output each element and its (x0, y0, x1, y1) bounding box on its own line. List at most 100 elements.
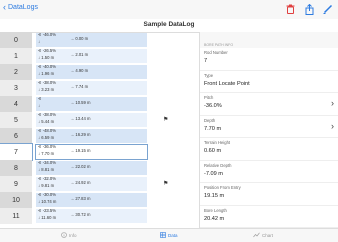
depth-value: ↓ 5.44 m (38, 119, 54, 124)
pitch-text: -38.0% (42, 80, 56, 85)
pitch-value: ∢ -23.5% (38, 208, 56, 213)
field-value: 0.60 m (204, 148, 222, 154)
list-item[interactable]: 10 ∢ -30.0% ↓ 10.74 m → 27.83 m (0, 192, 199, 208)
pitch-text: -32.0% (42, 176, 56, 181)
position-value: → 2.01 m (70, 52, 88, 57)
rod-index: 2 (0, 64, 32, 80)
depth-value: ↓ (38, 103, 40, 108)
list-item[interactable]: 9 ∢ -32.0% ↓ 9.81 m → 24.92 m ⚑ (0, 176, 199, 192)
tab-chart-label: Chart (262, 232, 274, 238)
tab-data[interactable]: Data (160, 232, 178, 238)
position-text: 10.59 m (75, 100, 91, 105)
detail-panel: BORE PATH INFO Rod Number 7 Type Front Loca… (200, 32, 338, 228)
position-value: → 27.83 m (70, 196, 91, 201)
edit-icon[interactable] (322, 3, 334, 15)
detail-field[interactable]: Depth 7.70 m › (200, 116, 338, 138)
position-value: → 4.90 m (70, 68, 88, 73)
depth-text: 10.74 m (41, 199, 57, 204)
down-arrow-icon: ↓ (38, 39, 41, 44)
detail-field: Rod Number 7 (200, 48, 338, 71)
datalog-list[interactable]: 0 ∢ -46.0% ↓ → 0.00 m 1 ∢ -26.5% ↓ 1.50 m → 2.… (0, 32, 199, 228)
detail-field: Type Front Locate Point (200, 71, 338, 93)
list-item[interactable]: 0 ∢ -46.0% ↓ → 0.00 m (0, 32, 199, 48)
pitch-value: ∢ -30.0% (38, 192, 56, 197)
pitch-text: -23.5% (42, 208, 56, 213)
flag-icon: ⚑ (163, 117, 169, 123)
field-label: Relative Depth (204, 162, 232, 168)
detail-field: Relative Depth -7.09 m (200, 161, 338, 183)
list-item[interactable]: 1 ∢ -26.5% ↓ 1.50 m → 2.01 m (0, 48, 199, 64)
field-value: Front Locate Point (204, 80, 250, 87)
share-icon[interactable] (303, 3, 315, 15)
field-value: 19.15 m (204, 193, 225, 199)
list-item[interactable]: 6 ∢ -48.0% ↓ 6.59 m → 16.29 m (0, 128, 199, 144)
position-text: 13.44 m (75, 116, 91, 121)
pitch-text: -36.0% (42, 144, 56, 149)
list-item[interactable]: 5 ∢ -38.0% ↓ 5.44 m → 13.44 m ⚑ (0, 112, 199, 128)
position-text: 19.15 m (75, 148, 91, 153)
field-value: 7.70 m (204, 125, 222, 132)
field-label: Bore Length (204, 207, 227, 213)
back-button[interactable]: ‹ DataLogs (3, 2, 38, 12)
list-item[interactable]: 4 ∢ ↓ → 10.59 m (0, 96, 199, 112)
pitch-angle-icon: ∢ (38, 96, 42, 101)
field-label: Terrain Height (204, 140, 231, 145)
pitch-value: ∢ -26.5% (38, 48, 56, 53)
position-value: → 30.72 m (70, 212, 91, 217)
rod-index: 3 (0, 80, 32, 96)
tab-info[interactable]: Info (61, 232, 77, 238)
position-value: → 22.02 m (70, 164, 91, 169)
tab-data-label: Data (168, 232, 178, 238)
rod-index: 0 (0, 32, 32, 48)
rod-index: 1 (0, 48, 32, 64)
position-text: 27.83 m (75, 196, 91, 201)
list-item[interactable]: 8 ∢ -34.0% ↓ 8.81 m → 22.02 m (0, 160, 199, 176)
list-item[interactable]: 2 ∢ -40.0% ↓ 1.96 m → 4.90 m (0, 64, 199, 80)
list-item[interactable]: 3 ∢ -38.0% ↓ 3.23 m → 7.74 m (0, 80, 199, 96)
section-header: BORE PATH INFO (200, 32, 338, 48)
position-value: → 16.29 m (70, 132, 91, 137)
depth-value: ↓ 9.81 m (38, 183, 54, 188)
depth-value: ↓ 10.74 m (38, 199, 56, 204)
depth-text: 7.70 m (41, 151, 55, 156)
section-header-label: BORE PATH INFO (204, 43, 234, 47)
position-text: 7.74 m (75, 84, 89, 89)
list-item[interactable]: 11 ∢ -23.5% ↓ 11.60 m → 30.72 m (0, 208, 199, 224)
depth-text: 1.96 m (41, 71, 55, 76)
row-bar (36, 97, 147, 111)
detail-field: Position From Entry 19.15 m (200, 183, 338, 206)
field-value: 20.42 m (204, 215, 225, 222)
field-label: Rod Number (204, 50, 228, 55)
position-value: → 7.74 m (70, 84, 88, 89)
depth-text: 11.60 m (41, 215, 57, 220)
pitch-text: -30.0% (42, 192, 56, 197)
chevron-right-icon[interactable]: › (331, 98, 334, 108)
position-text: 0.00 m (75, 36, 89, 41)
navigation-bar: ‹ DataLogs (0, 0, 338, 19)
rod-index: 10 (0, 192, 32, 208)
rod-index: 4 (0, 96, 32, 112)
pitch-value: ∢ -40.0% (38, 64, 56, 69)
depth-value: ↓ (38, 39, 40, 44)
pitch-text: -38.0% (42, 112, 56, 117)
pitch-value: ∢ -32.0% (38, 176, 56, 181)
position-value: → 19.15 m (70, 148, 91, 153)
rod-index: 9 (0, 176, 32, 192)
pitch-text: -26.5% (42, 48, 56, 53)
depth-value: ↓ 1.96 m (38, 71, 54, 76)
list-item[interactable]: 7 ∢ -36.0% ↓ 7.70 m → 19.15 m (0, 143, 199, 161)
tab-chart[interactable]: Chart (253, 232, 273, 238)
trash-icon[interactable] (284, 3, 296, 15)
pitch-text: -48.0% (42, 128, 56, 133)
rod-index: 7 (0, 143, 33, 161)
field-value: 7 (204, 58, 208, 64)
chevron-left-icon: ‹ (3, 2, 6, 12)
position-text: 22.02 m (75, 164, 91, 169)
detail-field[interactable]: Pitch -36.0% › (200, 93, 338, 116)
pitch-value: ∢ -38.0% (38, 112, 56, 117)
pitch-value: ∢ -48.0% (38, 128, 56, 133)
pitch-value: ∢ -36.0% (38, 144, 56, 149)
field-label: Position From Entry (204, 185, 241, 190)
chevron-right-icon[interactable]: › (331, 121, 334, 131)
field-value: -7.09 m (204, 170, 223, 177)
